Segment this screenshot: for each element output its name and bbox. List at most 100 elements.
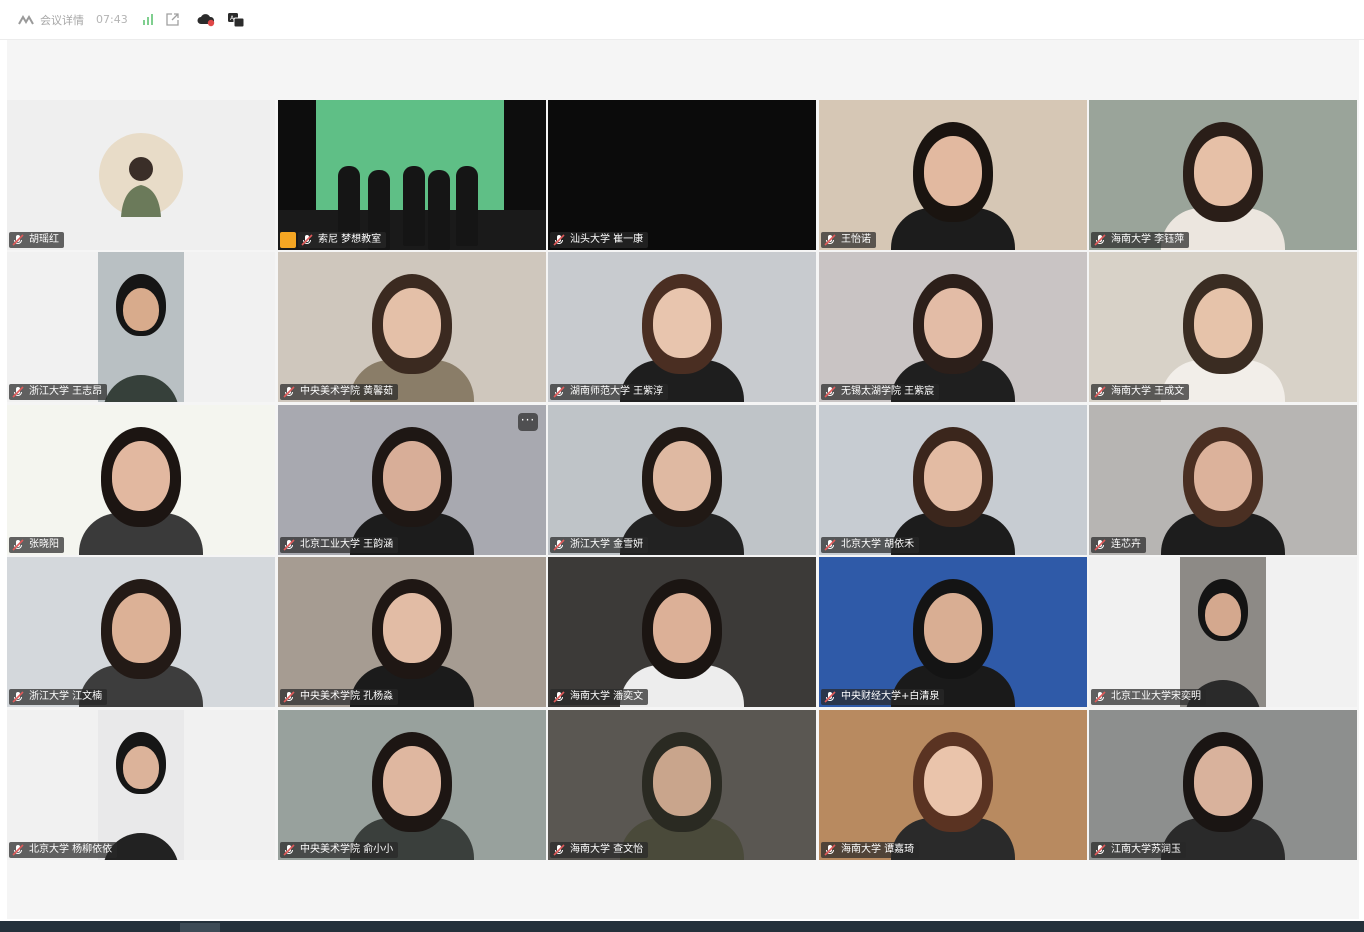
mic-muted-icon — [824, 386, 837, 398]
participant-name-tag: 汕头大学 崔一康 — [550, 232, 649, 248]
share-link-button[interactable] — [166, 13, 179, 26]
participant-name-tag: 海南大学 潘奕文 — [550, 689, 649, 705]
participant-name: 中央美术学院 孔杨淼 — [300, 691, 394, 702]
participant-tile[interactable]: 海南大学 王成文 — [1089, 252, 1357, 402]
participant-tile[interactable]: 湖南师范大学 王紫淳 — [548, 252, 816, 402]
participant-name-tag: 北京工业大学 王韵涵 — [280, 537, 399, 553]
mic-muted-icon — [12, 844, 25, 856]
participant-name: 北京大学 胡依禾 — [841, 539, 915, 550]
participant-name-tag: 连芯卉 — [1091, 537, 1146, 553]
participant-tile[interactable]: 北京工业大学宋奕明 — [1089, 557, 1357, 707]
participant-avatar — [99, 133, 183, 217]
mic-muted-icon — [12, 234, 25, 246]
video-background — [548, 100, 816, 250]
participant-face — [112, 441, 170, 511]
participant-face — [383, 288, 441, 358]
mic-muted-icon — [824, 691, 837, 703]
participant-name: 海南大学 查文怡 — [570, 844, 644, 855]
translate-icon: A — [227, 12, 245, 27]
participant-name: 中央财经大学+白清泉 — [841, 691, 940, 702]
participant-tile[interactable]: 海南大学 潘奕文 — [548, 557, 816, 707]
participant-tile[interactable]: 北京大学 杨柳依依 — [7, 710, 275, 860]
meeting-logo-icon — [18, 14, 34, 24]
participant-tile[interactable]: 张晓阳 — [7, 405, 275, 555]
translate-button[interactable]: A — [227, 12, 245, 28]
mic-muted-icon — [553, 844, 566, 856]
participant-name-tag: 索尼 梦想教室 — [298, 232, 387, 248]
participant-name-tag: 张晓阳 — [9, 537, 64, 553]
participant-tile[interactable]: ··· 北京工业大学 王韵涵 — [278, 405, 546, 555]
participant-name-tag: 中央美术学院 俞小小 — [280, 842, 399, 858]
mic-muted-icon — [12, 691, 25, 703]
mic-muted-icon — [1094, 386, 1107, 398]
participant-name: 江南大学苏润玉 — [1111, 844, 1181, 855]
participant-tile[interactable]: 海南大学 李钰萍 — [1089, 100, 1357, 250]
participant-face — [112, 593, 170, 663]
mic-muted-icon — [283, 844, 296, 856]
meeting-details-label: 会议详情 — [40, 13, 84, 27]
participant-face — [653, 746, 711, 816]
participant-tile[interactable]: 江南大学苏润玉 — [1089, 710, 1357, 860]
participant-name: 王怡诺 — [841, 234, 871, 245]
participant-name-tag: 海南大学 查文怡 — [550, 842, 649, 858]
mic-muted-icon — [1094, 539, 1107, 551]
mic-muted-icon — [824, 234, 837, 246]
participant-name: 湖南师范大学 王紫淳 — [570, 386, 664, 397]
mic-muted-icon — [553, 691, 566, 703]
signal-button[interactable] — [142, 14, 154, 25]
participant-face — [924, 441, 982, 511]
participant-name-tag: 北京大学 胡依禾 — [821, 537, 920, 553]
participant-tile[interactable]: 汕头大学 崔一康 — [548, 100, 816, 250]
participant-face — [924, 136, 982, 206]
participant-tile[interactable]: 连芯卉 — [1089, 405, 1357, 555]
participant-tile[interactable]: 浙江大学 江文楠 — [7, 557, 275, 707]
participant-name: 中央美术学院 黄馨茹 — [300, 386, 394, 397]
mic-muted-icon — [1094, 234, 1107, 246]
participant-name-tag: 浙江大学 金雪妍 — [550, 537, 649, 553]
participant-tile[interactable]: 中央美术学院 黄馨茹 — [278, 252, 546, 402]
participant-tile[interactable]: 北京大学 胡依禾 — [819, 405, 1087, 555]
participant-name: 张晓阳 — [29, 539, 59, 550]
participant-name: 海南大学 王成文 — [1111, 386, 1185, 397]
participant-name-tag: 中央美术学院 黄馨茹 — [280, 384, 399, 400]
participant-name-tag: 海南大学 李钰萍 — [1091, 232, 1190, 248]
more-options-button[interactable]: ··· — [518, 413, 538, 431]
participant-tile[interactable]: 索尼 梦想教室 — [278, 100, 546, 250]
participant-face — [123, 746, 159, 790]
participant-tile[interactable]: 中央财经大学+白清泉 — [819, 557, 1087, 707]
participant-tile[interactable]: 中央美术学院 俞小小 — [278, 710, 546, 860]
participant-tile[interactable]: 海南大学 谭嘉琦 — [819, 710, 1087, 860]
participant-tile[interactable]: 中央美术学院 孔杨淼 — [278, 557, 546, 707]
mic-muted-icon — [824, 539, 837, 551]
stage-person — [403, 166, 425, 246]
mic-muted-icon — [283, 691, 296, 703]
mic-muted-icon — [283, 539, 296, 551]
participant-name: 浙江大学 江文楠 — [29, 691, 103, 702]
participant-name-tag: 湖南师范大学 王紫淳 — [550, 384, 669, 400]
mic-muted-icon — [12, 386, 25, 398]
participant-face — [1194, 441, 1252, 511]
participant-name-tag: 浙江大学 王志昂 — [9, 384, 108, 400]
participant-tile[interactable]: 浙江大学 金雪妍 — [548, 405, 816, 555]
participant-face — [653, 288, 711, 358]
cloud-record-button[interactable] — [197, 13, 215, 27]
participant-tile[interactable]: 海南大学 查文怡 — [548, 710, 816, 860]
participant-name-tag: 江南大学苏润玉 — [1091, 842, 1186, 858]
participant-name-tag: 浙江大学 江文楠 — [9, 689, 108, 705]
participant-face — [653, 441, 711, 511]
participant-face — [1194, 136, 1252, 206]
participant-tile[interactable]: 浙江大学 王志昂 — [7, 252, 275, 402]
participant-name: 浙江大学 金雪妍 — [570, 539, 644, 550]
host-badge — [280, 232, 296, 248]
participant-face — [653, 593, 711, 663]
mic-muted-icon — [553, 234, 566, 246]
meeting-details-button[interactable]: 会议详情 — [18, 12, 84, 28]
participant-tile[interactable]: 王怡诺 — [819, 100, 1087, 250]
participant-name-tag: 北京工业大学宋奕明 — [1091, 689, 1206, 705]
participant-name: 无锡太湖学院 王紫宸 — [841, 386, 935, 397]
participant-tile[interactable]: 胡瑶红 — [7, 100, 275, 250]
participant-tile[interactable]: 无锡太湖学院 王紫宸 — [819, 252, 1087, 402]
participant-face — [924, 593, 982, 663]
participant-name-tag: 中央财经大学+白清泉 — [821, 689, 945, 705]
elapsed-time: 07:43 — [96, 13, 128, 26]
